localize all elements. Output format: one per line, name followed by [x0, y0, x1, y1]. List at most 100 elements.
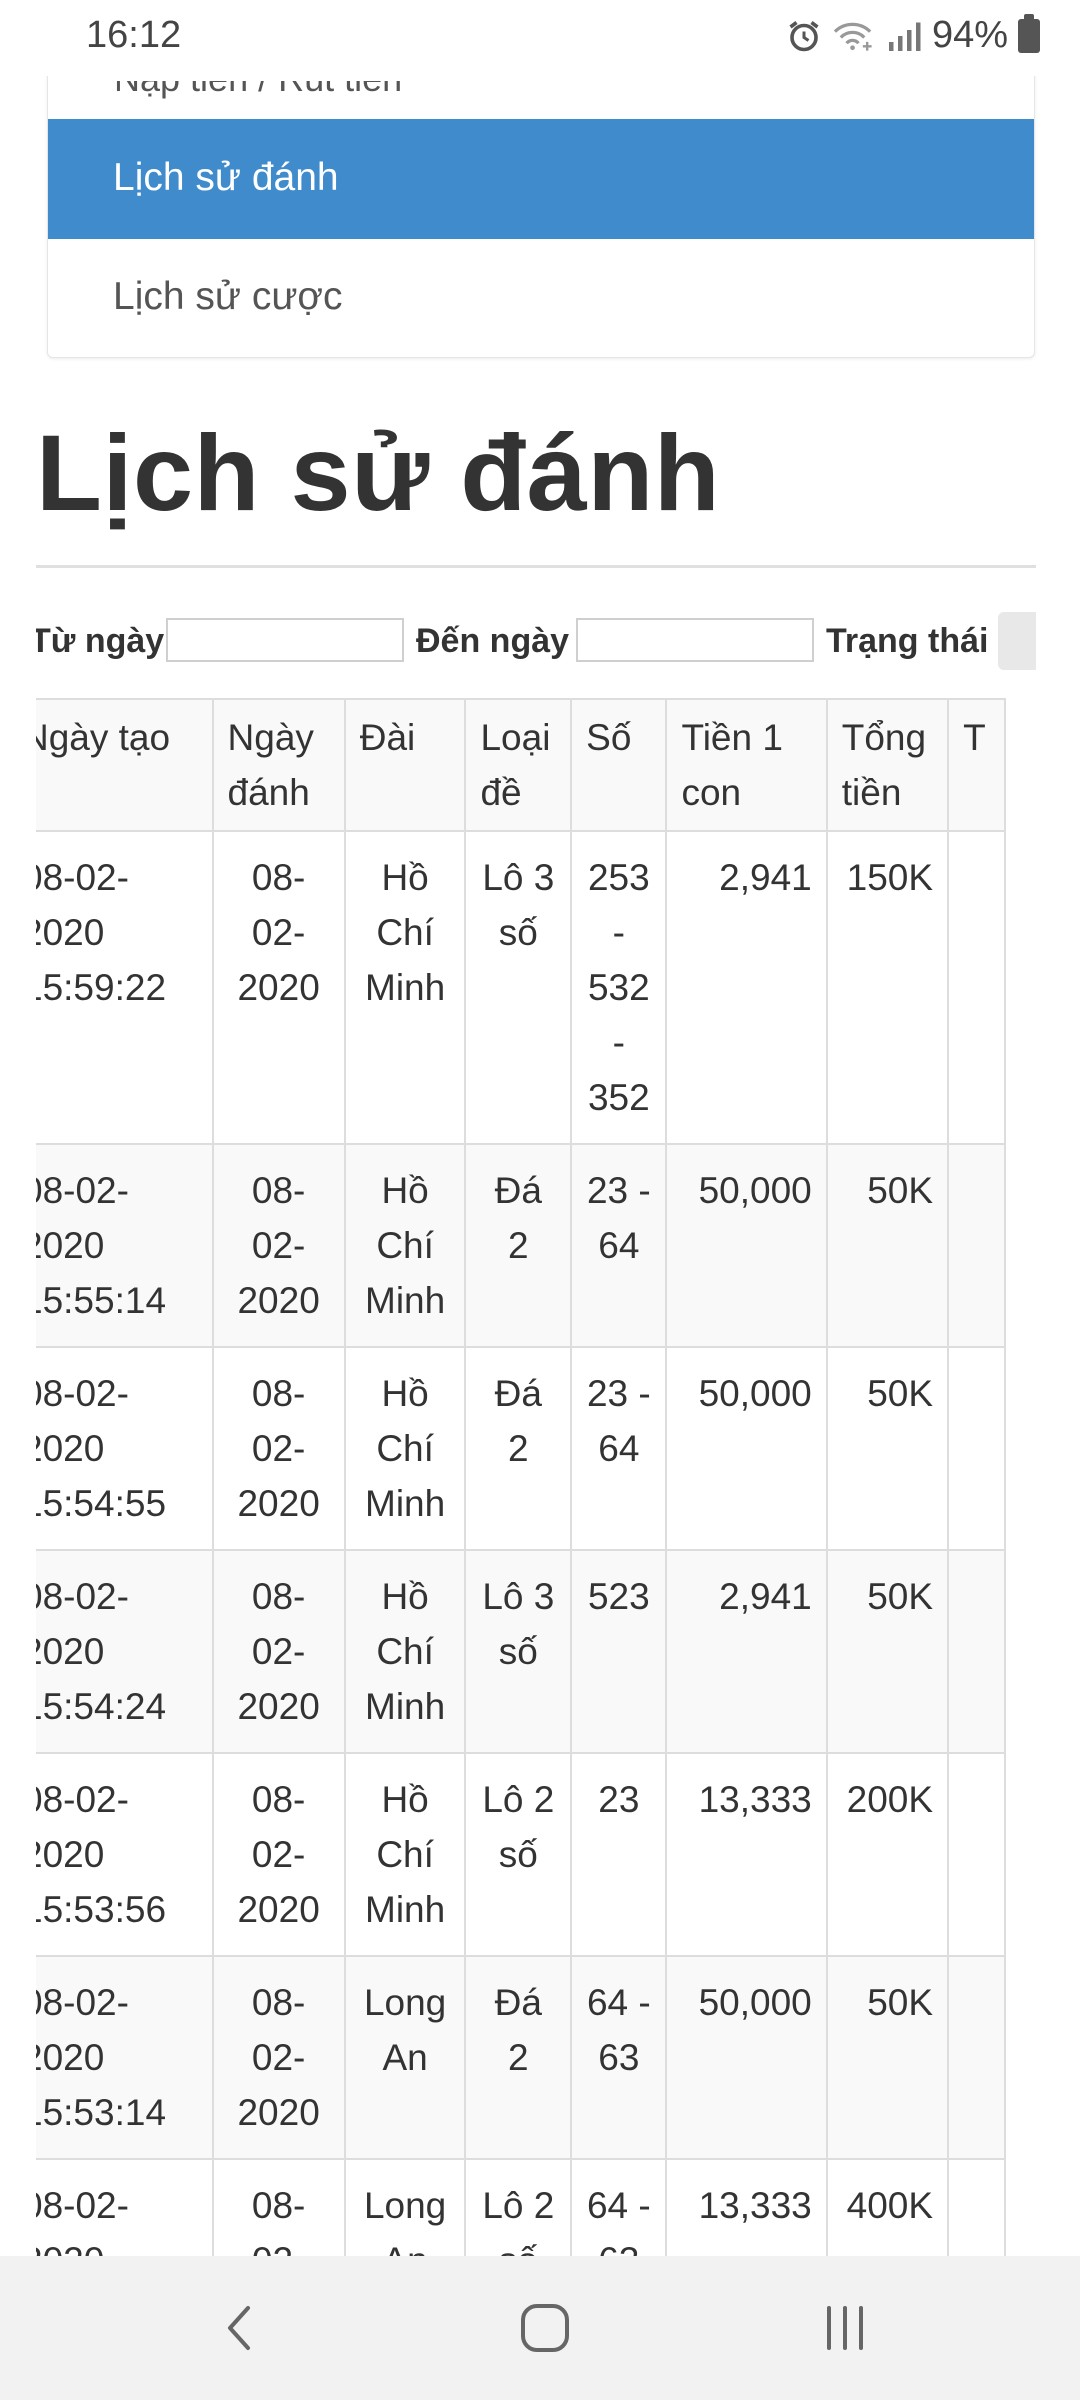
cell-total: 50K: [825, 1955, 950, 2160]
cell-numbers: 523: [570, 1549, 668, 1754]
cell-type: Lô 3 số: [464, 1549, 573, 1754]
cell-created: 08-02-2020 15:52:44: [36, 2158, 214, 2258]
cell-extra: [947, 830, 1006, 1145]
recent-apps-icon[interactable]: [815, 2298, 875, 2358]
cell-date: 08-02-2020: [211, 1143, 346, 1348]
cell-station: Long An: [343, 2158, 467, 2258]
side-menu: Nạp tiền / Rút tiền Lịch sử đánh Lịch sử…: [47, 60, 1035, 358]
status-icons: 94%: [786, 13, 1040, 57]
cell-extra: [947, 1549, 1006, 1754]
cell-per-unit: 2,941: [665, 1549, 828, 1754]
cell-type: Lô 3 số: [464, 830, 573, 1145]
table-row: 08-02-2020 15:54:24 08-02-2020 Hồ Chí Mi…: [36, 1549, 1006, 1754]
cell-type: Lô 2 số: [464, 2158, 573, 2258]
cell-type: Lô 2 số: [464, 1752, 573, 1957]
col-header-total[interactable]: Tổng tiền: [825, 698, 950, 832]
cell-extra: [947, 1143, 1006, 1348]
menu-item-label: Lịch sử đánh: [113, 156, 339, 199]
cell-created: 08-02-2020 15:53:56: [36, 1752, 214, 1957]
cell-created: 08-02-2020 15:55:14: [36, 1143, 214, 1348]
page-title: Lịch sử đánh: [36, 412, 721, 533]
cell-per-unit: 2,941: [665, 830, 828, 1145]
cell-numbers: 64 - 63: [570, 2158, 668, 2258]
menu-item-clipped-label: Nạp tiền / Rút tiền: [114, 81, 402, 99]
menu-item-history-play[interactable]: Lịch sử đánh: [48, 119, 1034, 239]
title-divider: [36, 565, 1036, 568]
battery-percent: 94%: [931, 14, 1008, 56]
col-header-numbers[interactable]: Số: [570, 698, 668, 832]
cell-per-unit: 50,000: [665, 1346, 828, 1551]
col-header-extra[interactable]: T: [947, 698, 1006, 832]
table-row: 08-02-2020 15:53:56 08-02-2020 Hồ Chí Mi…: [36, 1752, 1006, 1957]
cell-numbers: 64 - 63: [570, 1955, 668, 2160]
col-header-station[interactable]: Đài: [343, 698, 467, 832]
cell-station: Long An: [343, 1955, 467, 2160]
col-header-per-unit[interactable]: Tiền 1 con: [665, 698, 828, 832]
status-bar: 16:12 94%: [0, 0, 1080, 76]
cell-per-unit: 50,000: [665, 1143, 828, 1348]
status-label: Trạng thái: [826, 622, 989, 660]
cell-type: Đá 2: [464, 1143, 573, 1348]
alarm-icon: [789, 20, 819, 51]
cell-type: Đá 2: [464, 1955, 573, 2160]
table-row: 08-02-2020 15:59:22 08-02-2020 Hồ Chí Mi…: [36, 830, 1006, 1145]
filter-row: Từ ngày Đến ngày Trạng thái: [36, 612, 1036, 672]
wifi-icon: [833, 22, 872, 51]
cell-station: Hồ Chí Minh: [343, 1143, 467, 1348]
cell-total: 50K: [825, 1549, 950, 1754]
table-row: 08-02-2020 15:53:14 08-02-2020 Long An Đ…: [36, 1955, 1006, 2160]
cell-per-unit: 50,000: [665, 1955, 828, 2160]
cell-per-unit: 13,333: [665, 2158, 828, 2258]
from-date-input[interactable]: [166, 618, 404, 662]
cell-numbers: 253 - 532 - 352: [570, 830, 668, 1145]
table-header-row: Ngày tạo Ngày đánh Đài Loại đề Số Tiền 1…: [36, 698, 1006, 832]
cell-type: Đá 2: [464, 1346, 573, 1551]
table-row: 08-02-2020 15:55:14 08-02-2020 Hồ Chí Mi…: [36, 1143, 1006, 1348]
cell-created: 08-02-2020 15:59:22: [36, 830, 214, 1145]
cell-date: 08-02-2020: [211, 2158, 346, 2258]
to-date-label: Đến ngày: [416, 622, 570, 660]
cell-total: 50K: [825, 1143, 950, 1348]
col-header-date[interactable]: Ngày đánh: [211, 698, 346, 832]
status-time: 16:12: [86, 14, 182, 56]
cell-extra: [947, 1752, 1006, 1957]
back-icon[interactable]: [210, 2298, 270, 2358]
cell-station: Hồ Chí Minh: [343, 1346, 467, 1551]
col-header-type[interactable]: Loại đề: [464, 698, 573, 832]
home-icon[interactable]: [515, 2298, 575, 2358]
status-select[interactable]: [998, 612, 1036, 670]
cell-created: 08-02-2020 15:53:14: [36, 1955, 214, 2160]
cell-station: Hồ Chí Minh: [343, 830, 467, 1145]
cell-created: 08-02-2020 15:54:55: [36, 1346, 214, 1551]
cell-total: 150K: [825, 830, 950, 1145]
cell-extra: [947, 1346, 1006, 1551]
cell-station: Hồ Chí Minh: [343, 1752, 467, 1957]
cell-extra: [947, 2158, 1006, 2258]
signal-icon: [888, 22, 921, 51]
history-table-container[interactable]: Ngày tạo Ngày đánh Đài Loại đề Số Tiền 1…: [36, 698, 1036, 2258]
cell-per-unit: 13,333: [665, 1752, 828, 1957]
cell-extra: [947, 1955, 1006, 2160]
cell-total: 400K: [825, 2158, 950, 2258]
menu-item-label: Lịch sử cược: [113, 275, 343, 318]
cell-date: 08-02-2020: [211, 1346, 346, 1551]
menu-item-history-bet[interactable]: Lịch sử cược: [48, 239, 1034, 357]
table-row: 08-02-2020 15:54:55 08-02-2020 Hồ Chí Mi…: [36, 1346, 1006, 1551]
battery-icon: [1018, 13, 1040, 53]
navigation-bar: [0, 2256, 1080, 2400]
cell-created: 08-02-2020 15:54:24: [36, 1549, 214, 1754]
menu-item-clipped[interactable]: Nạp tiền / Rút tiền: [114, 81, 402, 105]
from-date-label: Từ ngày: [36, 622, 165, 660]
to-date-input[interactable]: [576, 618, 814, 662]
col-header-created[interactable]: Ngày tạo: [36, 698, 214, 832]
cell-numbers: 23: [570, 1752, 668, 1957]
cell-total: 50K: [825, 1346, 950, 1551]
cell-date: 08-02-2020: [211, 1549, 346, 1754]
cell-total: 200K: [825, 1752, 950, 1957]
table-row: 08-02-2020 15:52:44 08-02-2020 Long An L…: [36, 2158, 1006, 2258]
cell-date: 08-02-2020: [211, 1955, 346, 2160]
cell-numbers: 23 - 64: [570, 1143, 668, 1348]
cell-date: 08-02-2020: [211, 830, 346, 1145]
cell-date: 08-02-2020: [211, 1752, 346, 1957]
cell-numbers: 23 - 64: [570, 1346, 668, 1551]
